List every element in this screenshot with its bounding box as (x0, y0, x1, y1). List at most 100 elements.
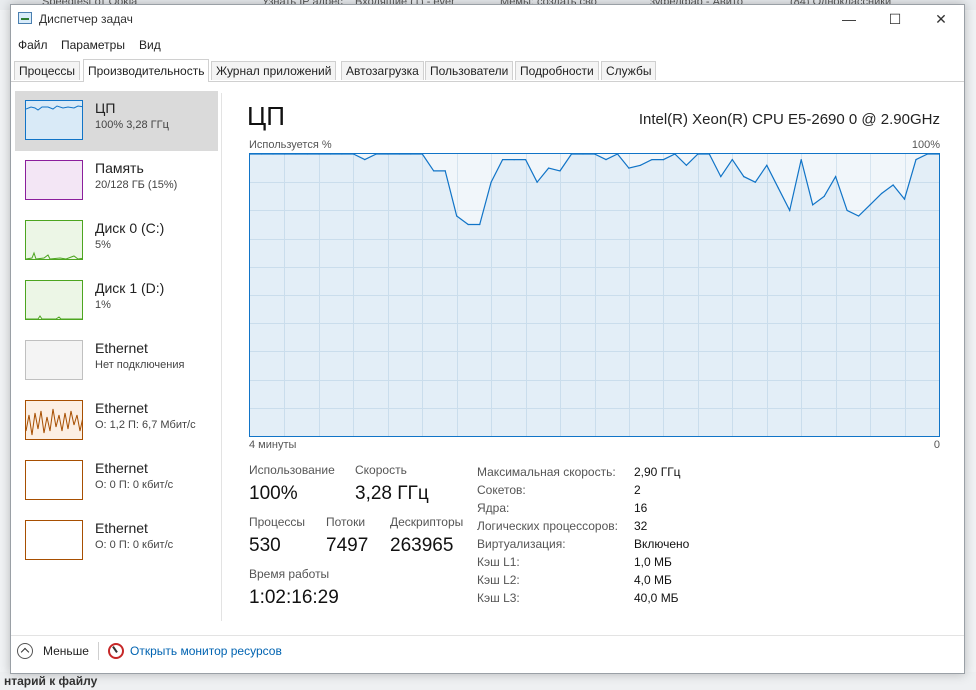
cpu-usage-point (662, 159, 664, 161)
spec-value: 2,90 ГГц (634, 465, 681, 479)
threads-value: 7497 (326, 535, 369, 556)
graph-time-label: 4 минуты (249, 439, 297, 451)
cpu-usage-point (892, 184, 894, 186)
cpu-usage-point (903, 198, 906, 200)
cpu-usage-point (548, 167, 550, 169)
fewer-details-label: Меньше (43, 644, 89, 658)
minimize-button[interactable]: — (826, 5, 872, 33)
title-bar[interactable]: Диспетчер задач — ☐ ✕ (11, 5, 964, 33)
cpu-usage-point (869, 204, 871, 206)
tab-startup[interactable]: Автозагрузка (341, 61, 424, 80)
spec-label: Логических процессоров: (477, 519, 618, 533)
menu-view[interactable]: Вид (139, 38, 161, 52)
cpu-usage-point (502, 159, 504, 161)
window-title: Диспетчер задач (39, 12, 133, 26)
cpu-usage-point (479, 223, 481, 226)
cpu-usage-point (858, 215, 860, 217)
uptime-label: Время работы (249, 567, 330, 581)
cpu-usage-point (513, 159, 515, 161)
resource-value: Нет подключения (95, 359, 185, 371)
resource-value: 1% (95, 299, 111, 311)
resource-value: О: 0 П: 0 кбит/с (95, 479, 174, 491)
cpu-usage-point (846, 209, 848, 211)
spec-value: 1,0 МБ (634, 555, 672, 569)
menu-file[interactable]: Файл (18, 38, 48, 52)
tab-details[interactable]: Подробности (515, 61, 599, 80)
cpu-usage-graph (249, 153, 940, 437)
tab-performance[interactable]: Производительность (83, 59, 210, 82)
resource-item[interactable]: Ethernet О: 0 П: 0 кбит/с (15, 451, 218, 511)
cpu-usage-point (823, 195, 825, 197)
background-bottom-text: нтарий к файлу (4, 674, 98, 688)
tab-app-history[interactable]: Журнал приложений (211, 61, 337, 80)
usage-value: 100% (249, 483, 298, 504)
usage-label: Использование (249, 463, 335, 477)
spec-value: 32 (634, 519, 648, 533)
uptime-value: 1:02:16:29 (249, 587, 339, 608)
spec-label: Кэш L2: (477, 573, 520, 587)
resource-item[interactable]: Ethernet Нет подключения (15, 331, 218, 391)
cpu-usage-point (766, 164, 768, 166)
resource-value: 20/128 ГБ (15%) (95, 179, 178, 191)
resource-item[interactable]: Диск 1 (D:) 1% (15, 271, 218, 331)
processes-label: Процессы (249, 515, 306, 529)
speed-value: 3,28 ГГц (355, 483, 429, 504)
cpu-usage-point (525, 159, 527, 161)
cpu-usage-point (754, 181, 756, 183)
cpu-usage-point (651, 159, 653, 161)
menu-bar: Файл Параметры Вид (11, 35, 964, 55)
cpu-usage-point (456, 215, 458, 217)
cpu-usage-point (490, 181, 492, 183)
cpu-usage-point (812, 204, 814, 206)
spec-value: 2 (634, 483, 641, 497)
resource-item[interactable]: Ethernet О: 1,2 П: 6,7 Мбит/с (15, 391, 218, 451)
resource-value: 100% 3,28 ГГц (95, 119, 169, 131)
cpu-usage-point (685, 164, 687, 166)
resource-item[interactable]: Диск 0 (C:) 5% (15, 211, 218, 271)
graph-max-label: 100% (911, 139, 940, 151)
spec-label: Кэш L3: (477, 591, 520, 605)
background-page-left (0, 10, 10, 690)
spec-label: Кэш L1: (477, 555, 520, 569)
tab-bar: Процессы Производительность Журнал прило… (11, 59, 964, 82)
resource-item[interactable]: Память 20/128 ГБ (15%) (15, 151, 218, 211)
handles-label: Дескрипторы (390, 515, 464, 529)
maximize-button[interactable]: ☐ (872, 5, 918, 33)
cpu-usage-point (639, 164, 641, 166)
resource-item[interactable]: Ethernet О: 0 П: 0 кбит/с (15, 511, 218, 571)
tab-users[interactable]: Пользователи (425, 61, 514, 80)
resource-name: Ethernet (95, 400, 148, 416)
cpu-usage-point (800, 159, 802, 161)
resource-thumbnail (25, 400, 83, 440)
menu-options[interactable]: Параметры (61, 38, 125, 52)
resource-monitor-icon (108, 643, 124, 659)
resource-name: Ethernet (95, 460, 148, 476)
spec-value: 16 (634, 501, 648, 515)
cpu-usage-point (467, 223, 469, 226)
spec-value: 40,0 МБ (634, 591, 679, 605)
resource-name: Ethernet (95, 520, 148, 536)
handles-value: 263965 (390, 535, 454, 556)
footer-bar: Меньше Открыть монитор ресурсов (11, 635, 964, 666)
spec-value: Включено (634, 537, 690, 551)
graph-y-label: Используется % (249, 139, 332, 151)
cpu-usage-point (559, 170, 561, 172)
tab-services[interactable]: Службы (601, 61, 657, 80)
cpu-usage-point (536, 181, 538, 183)
task-manager-icon (18, 12, 32, 24)
resource-item[interactable]: ЦП 100% 3,28 ГГц (15, 91, 218, 151)
spec-label: Виртуализация: (477, 537, 566, 551)
task-manager-window: Диспетчер задач — ☐ ✕ Файл Параметры Вид… (10, 4, 965, 674)
open-resource-monitor-link[interactable]: Открыть монитор ресурсов (130, 644, 282, 658)
cpu-detail-panel: ЦП Intel(R) Xeon(R) CPU E5-2690 0 @ 2.90… (225, 91, 960, 631)
cpu-usage-chart (250, 154, 939, 436)
cpu-usage-point (731, 159, 733, 161)
tab-processes[interactable]: Процессы (14, 61, 81, 80)
resource-thumbnail (25, 160, 83, 200)
graph-time-end: 0 (933, 439, 940, 451)
close-button[interactable]: ✕ (918, 5, 964, 33)
page-title: ЦП (247, 101, 285, 131)
chevron-up-icon (17, 643, 33, 659)
resource-thumbnail (25, 460, 83, 500)
footer-divider (98, 642, 99, 660)
